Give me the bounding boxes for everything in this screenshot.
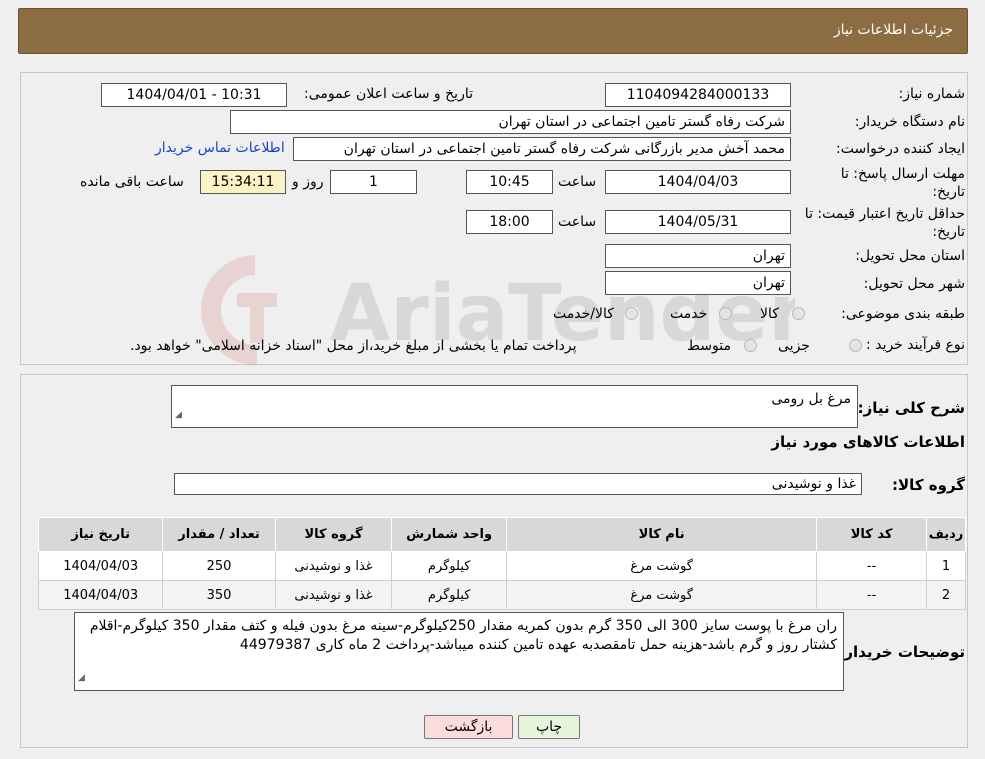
cell-row-number: 1 xyxy=(926,551,966,581)
category-radio-goods[interactable] xyxy=(792,307,805,320)
buyer-notes-label: توضیحات خریدار: xyxy=(838,643,965,661)
items-table: ردیف کد کالا نام کالا واحد شمارش گروه کا… xyxy=(37,517,966,610)
cell-group: غذا و نوشیدنی xyxy=(274,551,393,581)
col-item-name: نام کالا xyxy=(506,517,818,552)
province-field: تهران xyxy=(605,244,791,268)
col-group: گروه کالا xyxy=(274,517,393,552)
cell-item-code: -- xyxy=(816,551,928,581)
category-radio-goods-service[interactable] xyxy=(625,307,638,320)
resize-grip-icon[interactable]: ◢ xyxy=(78,669,85,688)
deadline-time-field: 10:45 xyxy=(466,170,553,194)
buyer-org-field: شرکت رفاه گستر تامین اجتماعی در استان ته… xyxy=(230,110,791,134)
validity-label: حداقل تاریخ اعتبار قیمت: تا تاریخ: xyxy=(804,206,965,240)
validity-time-field: 18:00 xyxy=(466,210,553,234)
creator-field: محمد آخش مدیر بازرگانی شرکت رفاه گستر تا… xyxy=(293,137,791,161)
city-field: تهران xyxy=(605,271,791,295)
back-button[interactable]: بازگشت xyxy=(424,715,513,739)
buyer-contact-link[interactable]: اطلاعات تماس خریدار xyxy=(155,140,285,156)
table-row: 2 -- گوشت مرغ کیلوگرم غذا و نوشیدنی 350 … xyxy=(37,580,966,610)
process-radio-medium[interactable] xyxy=(744,339,757,352)
col-row-number: ردیف xyxy=(926,517,966,552)
cell-row-number: 2 xyxy=(926,580,966,610)
print-button[interactable]: چاپ xyxy=(518,715,580,739)
process-option-minor: جزیی xyxy=(778,338,810,354)
goods-section-title: اطلاعات کالاهای مورد نیاز xyxy=(771,433,965,451)
resize-grip-icon[interactable]: ◢ xyxy=(175,406,182,425)
items-table-wrap: ردیف کد کالا نام کالا واحد شمارش گروه کا… xyxy=(37,517,966,610)
cell-item-name: گوشت مرغ xyxy=(506,551,818,581)
announce-field: 1404/04/01 - 10:31 xyxy=(101,83,287,107)
deadline-time-label: ساعت xyxy=(558,174,597,190)
remaining-label: ساعت باقی مانده xyxy=(80,174,184,190)
category-option-goods: کالا xyxy=(760,306,779,322)
province-label: استان محل تحویل: xyxy=(855,248,965,264)
need-number-label: شماره نیاز: xyxy=(898,86,966,102)
cell-need-date: 1404/04/03 xyxy=(37,551,164,581)
cell-unit: کیلوگرم xyxy=(391,551,508,581)
days-field: 1 xyxy=(330,170,417,194)
goods-group-field: غذا و نوشیدنی xyxy=(174,473,862,495)
creator-label: ایجاد کننده درخواست: xyxy=(836,141,965,157)
cell-quantity: 250 xyxy=(162,551,276,581)
city-label: شهر محل تحویل: xyxy=(863,276,965,292)
goods-group-label: گروه کالا: xyxy=(892,476,965,494)
buyer-org-label: نام دستگاه خریدار: xyxy=(854,114,965,130)
page-header: جزئیات اطلاعات نیاز xyxy=(18,8,968,54)
category-label: طبقه بندی موضوعی: xyxy=(841,306,965,322)
buyer-notes-field: ران مرغ با پوست سایز 300 الی 350 گرم بدو… xyxy=(74,612,844,691)
process-note: پرداخت تمام یا بخشی از مبلغ خرید،از محل … xyxy=(130,338,577,354)
cell-item-name: گوشت مرغ xyxy=(506,580,818,610)
validity-time-label: ساعت xyxy=(558,214,597,230)
announce-label: تاریخ و ساعت اعلان عمومی: xyxy=(304,86,473,102)
cell-quantity: 350 xyxy=(162,580,276,610)
page-title: جزئیات اطلاعات نیاز xyxy=(833,22,953,38)
table-row: 1 -- گوشت مرغ کیلوگرم غذا و نوشیدنی 250 … xyxy=(37,551,966,581)
cell-group: غذا و نوشیدنی xyxy=(274,580,393,610)
table-header-row: ردیف کد کالا نام کالا واحد شمارش گروه کا… xyxy=(37,517,966,552)
need-desc-field: مرغ بل رومی ◢ xyxy=(171,385,858,428)
category-option-service: خدمت xyxy=(670,306,708,322)
cell-need-date: 1404/04/03 xyxy=(37,580,164,610)
category-radio-service[interactable] xyxy=(719,307,732,320)
process-label: نوع فرآیند خرید : xyxy=(866,337,965,353)
col-item-code: کد کالا xyxy=(816,517,928,552)
remaining-time-field: 15:34:11 xyxy=(200,170,286,194)
validity-date-field: 1404/05/31 xyxy=(605,210,791,234)
cell-unit: کیلوگرم xyxy=(391,580,508,610)
process-radio-minor[interactable] xyxy=(849,339,862,352)
deadline-label: مهلت ارسال پاسخ: تا تاریخ: xyxy=(840,166,965,200)
need-desc-text: مرغ بل رومی xyxy=(771,391,851,407)
col-unit: واحد شمارش xyxy=(391,517,508,552)
deadline-date-field: 1404/04/03 xyxy=(605,170,791,194)
process-option-medium: متوسط xyxy=(687,338,731,354)
cell-item-code: -- xyxy=(816,580,928,610)
category-option-goods-service: کالا/خدمت xyxy=(553,306,614,322)
days-label: روز و xyxy=(292,174,324,190)
need-desc-label: شرح کلی نیاز: xyxy=(857,399,965,417)
col-need-date: تاریخ نیاز xyxy=(37,517,164,552)
col-quantity: تعداد / مقدار xyxy=(162,517,276,552)
buyer-notes-text: ران مرغ با پوست سایز 300 الی 350 گرم بدو… xyxy=(89,618,837,653)
need-number-field: 1104094284000133 xyxy=(605,83,791,107)
